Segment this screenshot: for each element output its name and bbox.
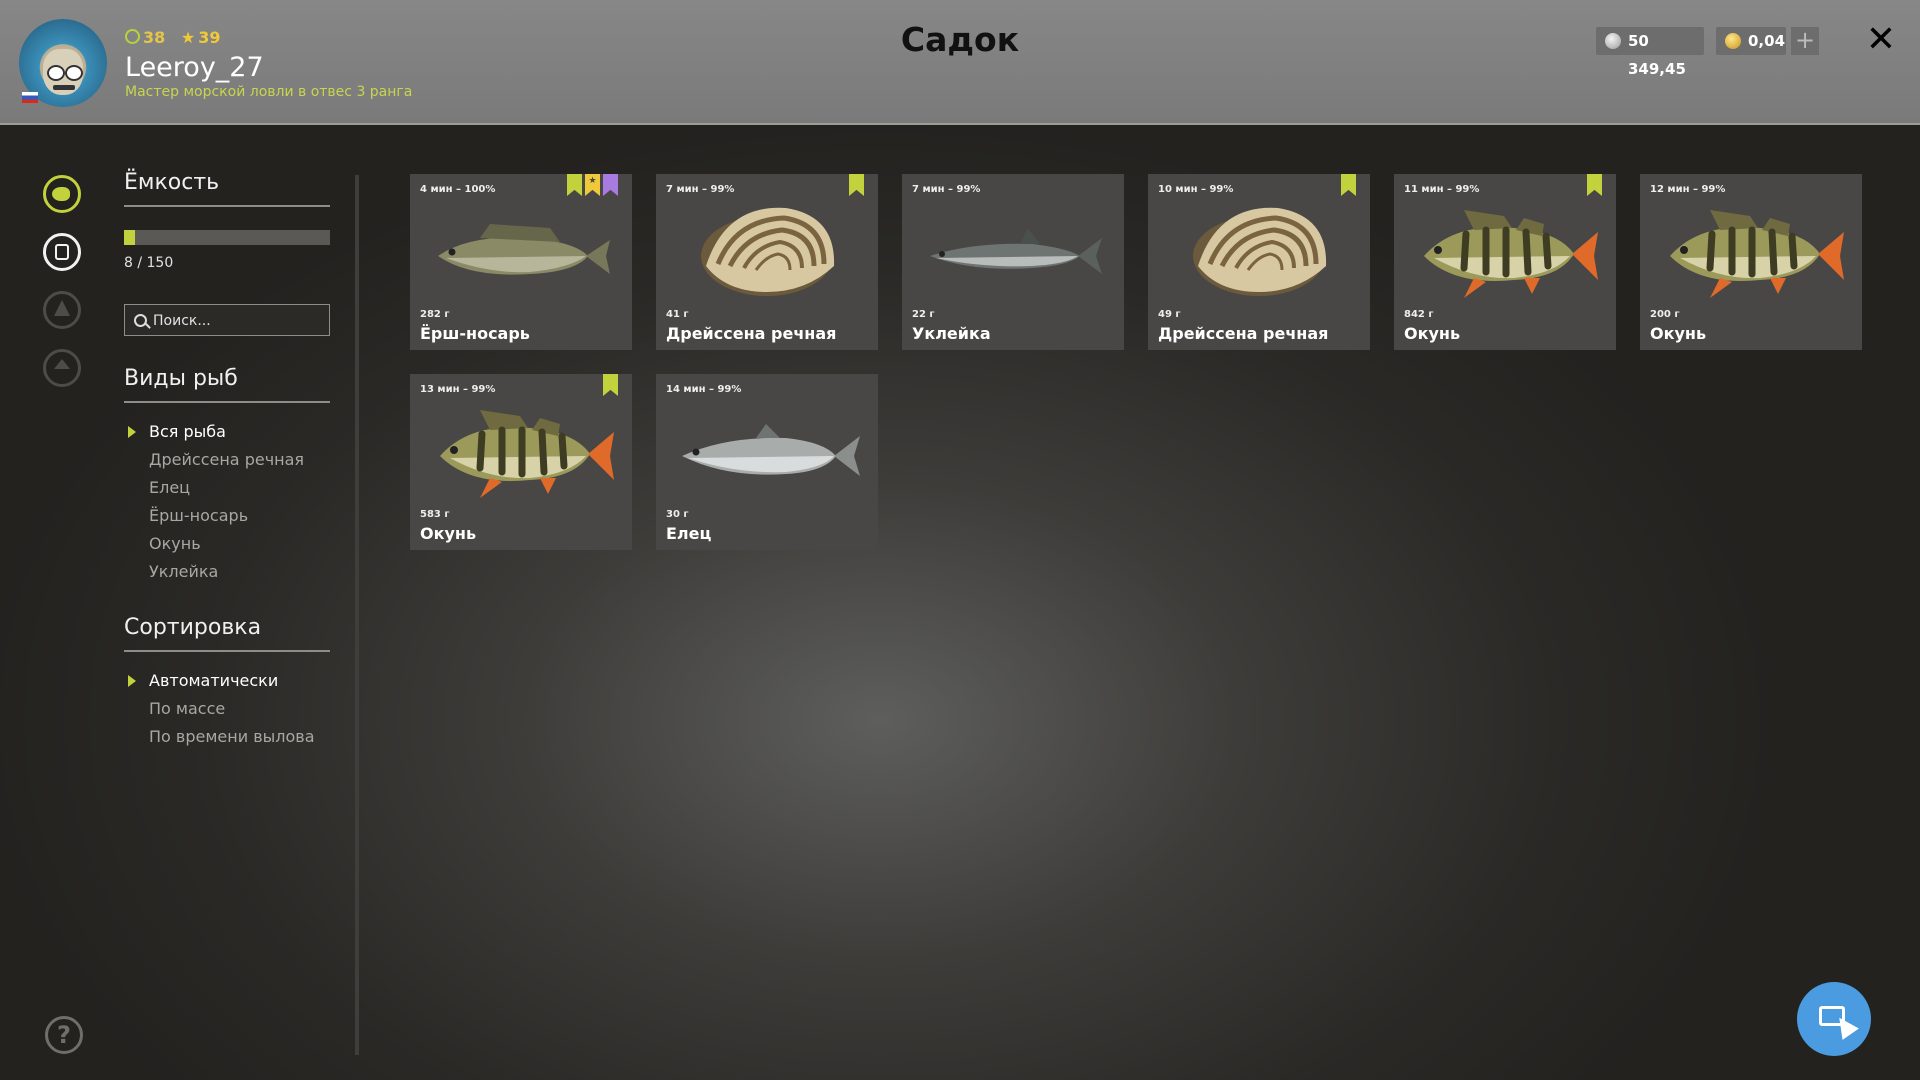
species-filter-item[interactable]: Ёрш-носарь (124, 502, 344, 530)
fish-image (438, 224, 610, 275)
purple-bookmark-icon (603, 174, 618, 196)
catch-weight: 30 г (666, 509, 689, 520)
catch-time: 13 мин – 99% (420, 384, 496, 395)
fish-image (1193, 207, 1327, 296)
search-input[interactable] (151, 308, 325, 334)
catch-card[interactable]: 7 мин – 99% 41 г Дрейссена речная (656, 174, 878, 350)
avatar-eye (47, 65, 65, 81)
catch-time: 11 мин – 99% (1404, 184, 1480, 195)
panel-divider (355, 175, 359, 1055)
catch-weight: 583 г (420, 509, 450, 520)
capacity-text: 8 / 150 (124, 255, 174, 271)
fish-image (1670, 210, 1844, 298)
green-bookmark-icon (849, 174, 864, 196)
fish-image (440, 410, 614, 498)
silver-balance: 50 349,45 (1596, 27, 1704, 78)
avatar-eye (65, 65, 83, 81)
yellow-bookmark-icon: ★ (585, 174, 600, 196)
fish-image (701, 207, 835, 296)
catch-time: 4 мин – 100% (420, 184, 496, 195)
catch-weight: 22 г (912, 309, 935, 320)
catch-name: Окунь (1404, 324, 1461, 343)
species-filter-item[interactable]: Елец (124, 474, 344, 502)
green-bookmark-icon (603, 374, 618, 396)
catch-time: 14 мин – 99% (666, 384, 742, 395)
catch-weight: 842 г (1404, 309, 1434, 320)
fish-image (930, 228, 1102, 274)
fish-image (1424, 210, 1598, 298)
card-badges (849, 174, 864, 196)
sort-option-item[interactable]: По массе (124, 695, 344, 723)
species-filter-item[interactable]: Дрейссена речная (124, 446, 344, 474)
card-badges (603, 374, 618, 396)
catch-name: Окунь (420, 524, 477, 543)
catch-weight: 200 г (1650, 309, 1680, 320)
green-bookmark-icon (567, 174, 582, 196)
fish-image (682, 424, 860, 476)
catch-card[interactable]: 7 мин – 99% 22 г Уклейка (902, 174, 1124, 350)
catch-card[interactable]: 13 мин – 99% 583 г Окунь (410, 374, 632, 550)
sorting-heading: Сортировка (124, 615, 330, 652)
fish-icon[interactable] (43, 175, 81, 213)
catch-weight: 41 г (666, 309, 689, 320)
catch-weight: 49 г (1158, 309, 1181, 320)
species-list: Вся рыба Дрейссена речная Елец Ёрш-носарь Ок… (124, 418, 344, 586)
card-badges (1587, 174, 1602, 196)
catch-name: Дрейссена речная (1158, 324, 1329, 343)
add-gold-button[interactable]: + (1791, 27, 1819, 55)
sort-option-item[interactable]: По времени вылова (124, 723, 344, 751)
gold-coin-icon (1725, 33, 1741, 49)
capacity-heading: Ёмкость (124, 170, 330, 207)
species-filter-item[interactable]: Уклейка (124, 558, 344, 586)
catch-time: 7 мин – 99% (912, 184, 981, 195)
help-icon[interactable]: ? (45, 1016, 83, 1054)
catch-time: 12 мин – 99% (1650, 184, 1726, 195)
catch-name: Елец (666, 524, 712, 543)
green-bookmark-icon (1587, 174, 1602, 196)
player-rank: Мастер морской ловли в отвес 3 ранга (125, 84, 413, 100)
catch-card[interactable]: 12 мин – 99% 200 г Окунь (1640, 174, 1862, 350)
catch-weight: 282 г (420, 309, 450, 320)
search-box[interactable] (124, 304, 330, 336)
catch-card[interactable]: 14 мин – 99% 30 г Елец (656, 374, 878, 550)
silver-coin-icon (1605, 33, 1621, 49)
avatar-mouth (53, 85, 75, 90)
sorting-list: Автоматически По массе По времени вылова (124, 667, 344, 751)
cursor-mode-button[interactable] (1797, 982, 1871, 1056)
gold-amount: 0,04 (1748, 32, 1786, 50)
catch-name: Окунь (1650, 324, 1707, 343)
rank-up-icon[interactable] (43, 291, 81, 329)
close-button[interactable]: ✕ (1863, 22, 1899, 58)
green-bookmark-icon (1341, 174, 1356, 196)
sort-option-item[interactable]: Автоматически (124, 667, 344, 695)
catch-name: Уклейка (912, 324, 991, 343)
catch-name: Ёрш-носарь (420, 324, 530, 343)
capacity-fill (124, 230, 135, 245)
species-filter-item[interactable]: Окунь (124, 530, 344, 558)
gold-balance: 0,04 (1716, 27, 1786, 55)
catch-card[interactable]: ★ 4 мин – 100% 282 г Ёрш-носарь (410, 174, 632, 350)
catch-time: 7 мин – 99% (666, 184, 735, 195)
species-heading: Виды рыб (124, 366, 330, 403)
russia-flag-icon (22, 92, 38, 103)
capacity-bar (124, 230, 330, 245)
search-icon (134, 314, 147, 327)
catch-time: 10 мин – 99% (1158, 184, 1234, 195)
silver-amount: 50 349,45 (1628, 32, 1686, 78)
catch-name: Дрейссена речная (666, 324, 837, 343)
card-badges (1341, 174, 1356, 196)
catch-card[interactable]: 10 мин – 99% 49 г Дрейссена речная (1148, 174, 1370, 350)
keepnet-icon[interactable] (43, 233, 81, 271)
species-filter-item[interactable]: Вся рыба (124, 418, 344, 446)
home-icon[interactable] (43, 349, 81, 387)
catch-card[interactable]: 11 мин – 99% 842 г Окунь (1394, 174, 1616, 350)
top-bar: 38 ★ 39 Leeroy_27 Мастер морской ловли в … (0, 0, 1920, 125)
card-badges: ★ (567, 174, 618, 196)
